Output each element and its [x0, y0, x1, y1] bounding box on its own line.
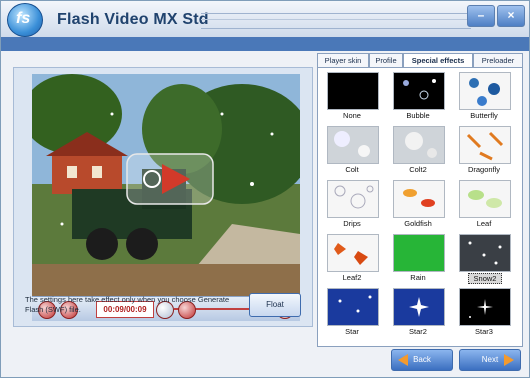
effect-leaf[interactable]: Leaf [456, 180, 512, 232]
effect-dragonfly[interactable]: Dragonfly [456, 126, 512, 178]
close-button[interactable]: × [497, 5, 525, 27]
thumbnail [459, 288, 511, 326]
thumbnail [393, 288, 445, 326]
thumbnail [459, 72, 511, 110]
effect-drips[interactable]: Drips [324, 180, 380, 232]
tab-special-effects[interactable]: Special effects [403, 53, 473, 68]
effect-label: Colt2 [409, 165, 427, 174]
effect-colt2[interactable]: Colt2 [390, 126, 446, 178]
effect-label: Rain [410, 273, 426, 282]
title-decoration [201, 13, 471, 29]
effect-bubble[interactable]: Bubble [390, 72, 446, 124]
effect-label: Dragonfly [467, 165, 501, 174]
minimize-button[interactable]: – [467, 5, 495, 27]
next-label: Next [481, 355, 499, 364]
effect-label: Star3 [475, 327, 493, 336]
app-logo-icon: fs [7, 3, 43, 37]
back-arrow-icon [398, 354, 408, 366]
thumbnail [327, 234, 379, 272]
effect-label: Star2 [409, 327, 427, 336]
effect-label: Leaf2 [342, 273, 362, 282]
effect-butterfly[interactable]: Butterfly [456, 72, 512, 124]
thumbnail [459, 234, 511, 272]
next-arrow-icon [504, 354, 514, 366]
effects-grid: None Bubble Butterfly Colt Colt2 Dragonf… [317, 67, 523, 347]
next-button[interactable]: Next [459, 349, 521, 371]
video-frame-image [32, 74, 300, 296]
effect-label: Star [345, 327, 359, 336]
tab-profile[interactable]: Profile [369, 53, 403, 68]
effect-leaf2[interactable]: Leaf2 [324, 234, 380, 286]
effect-label: Drips [343, 219, 361, 228]
app-title: Flash Video MX Std [57, 11, 209, 28]
tab-preloader[interactable]: Preloader [473, 53, 523, 68]
effect-label: Butterfly [470, 111, 498, 120]
effect-none[interactable]: None [324, 72, 380, 124]
effect-label: Bubble [406, 111, 430, 120]
thumbnail [393, 72, 445, 110]
thumbnail [393, 126, 445, 164]
effect-label: Snow2 [468, 273, 502, 284]
effect-snow2[interactable]: Snow2 [456, 234, 512, 286]
main-window: fs Flash Video MX Std – × 00:09/00:09 Th… [0, 0, 530, 378]
header-band [1, 37, 529, 51]
effect-label: Colt [345, 165, 359, 174]
thumbnail [393, 180, 445, 218]
effect-colt[interactable]: Colt [324, 126, 380, 178]
thumbnail [327, 72, 379, 110]
title-bar[interactable]: fs Flash Video MX Std – × [1, 1, 529, 38]
thumbnail [459, 126, 511, 164]
thumbnail [459, 180, 511, 218]
video-preview[interactable] [32, 74, 300, 296]
settings-notice: The settings here take effect only when … [25, 295, 230, 314]
effect-label: Leaf [476, 219, 492, 228]
effect-star[interactable]: Star [324, 288, 380, 340]
effect-rain[interactable]: Rain [390, 234, 446, 286]
effect-goldfish[interactable]: Goldfish [390, 180, 446, 232]
back-label: Back [413, 355, 431, 364]
thumbnail [393, 234, 445, 272]
effect-star3[interactable]: Star3 [456, 288, 512, 340]
effect-label: None [343, 111, 361, 120]
tab-player-skin[interactable]: Player skin [317, 53, 369, 68]
thumbnail [327, 180, 379, 218]
preview-panel: 00:09/00:09 [13, 67, 313, 327]
thumbnail [327, 288, 379, 326]
float-button[interactable]: Float [249, 293, 301, 317]
back-button[interactable]: Back [391, 349, 453, 371]
effect-star2[interactable]: Star2 [390, 288, 446, 340]
effect-label: Goldfish [404, 219, 432, 228]
thumbnail [327, 126, 379, 164]
